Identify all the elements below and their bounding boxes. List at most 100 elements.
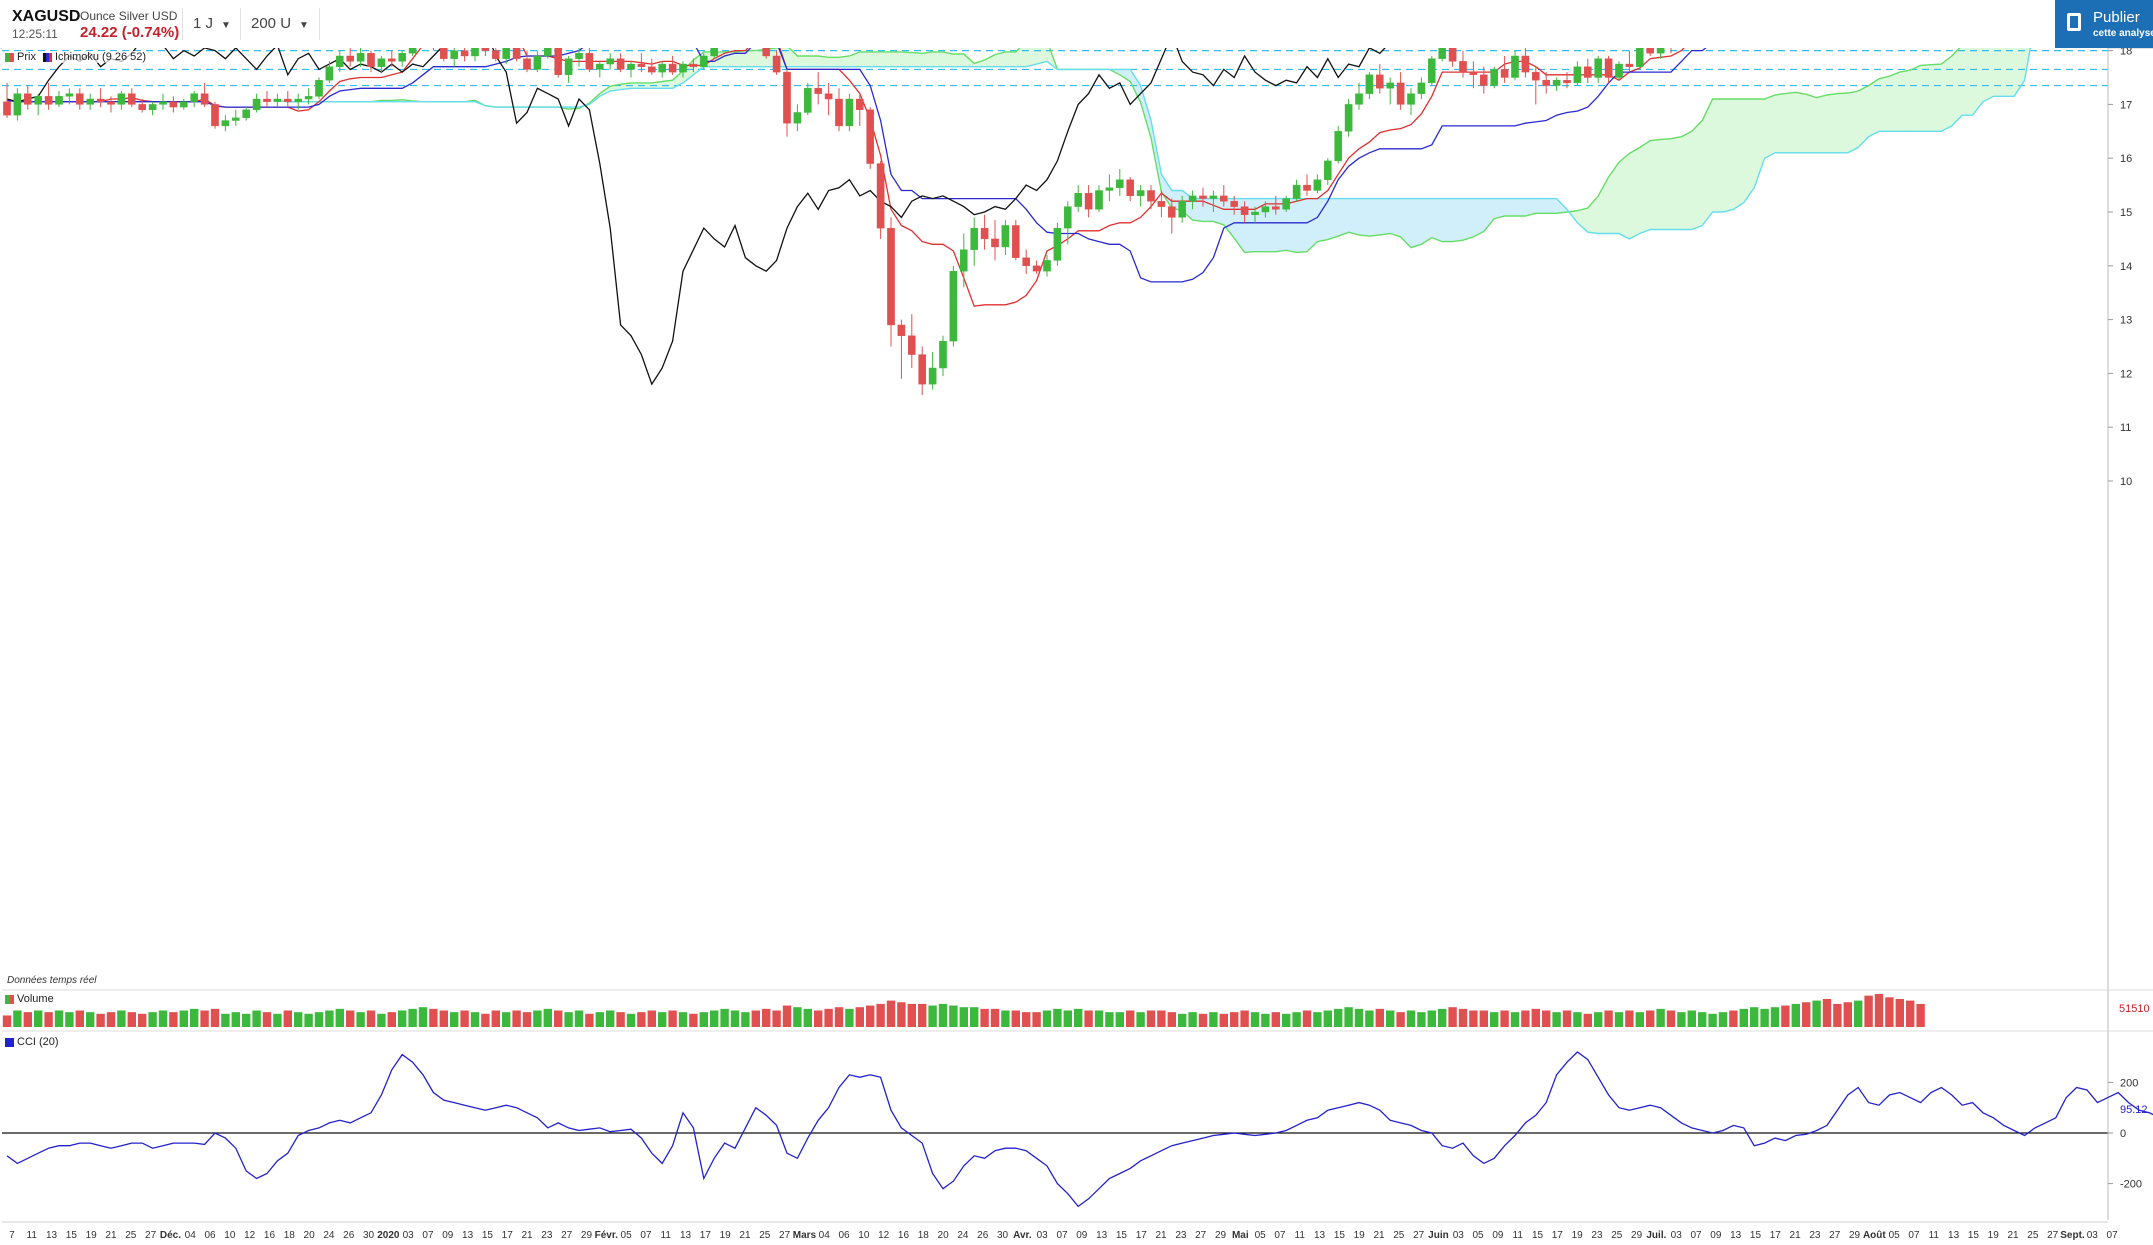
cloud-segment — [880, 51, 891, 67]
volume-bar — [398, 1010, 407, 1027]
volume-bar — [938, 1003, 948, 1027]
date-label: 15 — [1532, 1230, 1544, 1241]
volume-bar — [970, 1007, 979, 1027]
cloud-segment — [1775, 93, 1786, 153]
date-label: 13 — [1730, 1230, 1742, 1241]
date-label: 18 — [918, 1230, 930, 1241]
date-label: 27 — [145, 1230, 157, 1241]
date-label: Juil. — [1646, 1230, 1666, 1241]
volume-bar — [886, 1000, 896, 1027]
candle-body — [1448, 48, 1457, 62]
cloud-segment — [1951, 48, 1963, 126]
volume-bar — [283, 1010, 292, 1027]
candle-body — [1563, 79, 1571, 84]
candle-body — [3, 101, 11, 116]
volume-bar — [990, 1008, 1000, 1027]
date-label: 09 — [1710, 1230, 1722, 1241]
volume-bar — [1094, 1010, 1104, 1027]
candle-body — [1427, 58, 1436, 84]
candle-body — [440, 48, 448, 59]
candle-body — [377, 58, 386, 67]
interval-dropdown[interactable]: 1 J ▼ — [182, 8, 241, 40]
date-label: 7 — [9, 1230, 15, 1241]
cloud-segment — [1463, 198, 1474, 241]
candle-body — [1115, 179, 1124, 188]
volume-bar — [200, 1010, 209, 1027]
date-label: 15 — [1968, 1230, 1980, 1241]
cloud-segment — [911, 52, 923, 67]
publish-analysis-button[interactable]: Publier cette analyse — [2055, 0, 2153, 48]
price-chart[interactable]: 101112131415161718192021222324252624.222… — [0, 48, 2153, 1245]
units-dropdown[interactable]: 200 U ▼ — [240, 8, 320, 40]
volume-bar — [335, 1008, 344, 1027]
volume-bar — [148, 1012, 157, 1027]
candle-body — [1500, 69, 1509, 78]
volume-bar — [34, 1010, 43, 1027]
volume-bar — [1334, 1008, 1343, 1027]
cloud-segment — [1743, 99, 1755, 203]
candle-body — [772, 55, 781, 73]
volume-bar — [606, 1010, 615, 1027]
volume-bar — [1708, 1013, 1717, 1027]
volume-bar — [1126, 1010, 1135, 1027]
candle-body — [1469, 71, 1478, 76]
candle-body — [679, 63, 687, 73]
volume-bar — [741, 1012, 750, 1027]
date-label: 11 — [1513, 1230, 1524, 1241]
volume-bar — [585, 1013, 594, 1027]
cloud-segment — [932, 51, 943, 67]
candle-body — [1344, 104, 1353, 132]
volume-bar — [1354, 1008, 1364, 1027]
volume-bar — [1531, 1008, 1540, 1027]
cloud-segment — [1816, 94, 1827, 153]
cloud-segment — [1650, 139, 1661, 230]
volume-swatch-icon — [5, 994, 14, 1004]
cloud-segment — [1390, 198, 1401, 237]
date-label: 07 — [422, 1230, 434, 1241]
volume-bar — [1562, 1010, 1572, 1027]
candle-body — [315, 79, 323, 97]
volume-bar — [772, 1010, 781, 1027]
cloud-segment — [1504, 198, 1515, 217]
candle-body — [783, 71, 791, 124]
cloud-segment — [1629, 147, 1640, 239]
candle-body — [1313, 179, 1322, 191]
candle-body — [284, 98, 292, 102]
volume-bar — [1198, 1013, 1208, 1027]
volume-bar — [1458, 1008, 1468, 1027]
candle-body — [481, 48, 490, 51]
volume-bar — [543, 1008, 552, 1027]
date-label: Août — [1863, 1230, 1886, 1241]
date-label: 18 — [284, 1230, 296, 1241]
cci-swatch-icon — [5, 1037, 14, 1047]
candle-body — [65, 93, 74, 97]
candle-body — [564, 58, 573, 76]
candle-body — [492, 50, 500, 59]
candle-body — [1594, 58, 1602, 78]
volume-bar — [1874, 994, 1884, 1027]
volume-bar — [1750, 1007, 1759, 1027]
date-label: 15 — [1750, 1230, 1762, 1241]
cloud-segment — [1712, 99, 1723, 212]
volume-bar — [1323, 1010, 1332, 1027]
volume-bar — [928, 1005, 937, 1027]
candle-body — [960, 249, 968, 272]
volume-bar — [1105, 1012, 1114, 1027]
volume-bar — [1833, 1003, 1842, 1027]
volume-bar — [1302, 1010, 1312, 1027]
volume-bar — [1521, 1010, 1530, 1027]
volume-bar — [1417, 1012, 1426, 1027]
date-label: 24 — [323, 1230, 335, 1241]
publish-icon — [2067, 13, 2081, 31]
date-label: 21 — [105, 1230, 117, 1241]
legend-volume: Volume — [5, 993, 54, 1005]
candle-body — [523, 58, 531, 70]
date-label: 25 — [2027, 1230, 2039, 1241]
candle-body — [138, 104, 147, 110]
date-label: Mai — [1232, 1230, 1249, 1241]
candle-body — [1063, 206, 1072, 229]
volume-bar — [1032, 1012, 1041, 1027]
volume-bar — [1250, 1012, 1260, 1027]
volume-bar — [1469, 1010, 1478, 1027]
date-label: 29 — [581, 1230, 593, 1241]
